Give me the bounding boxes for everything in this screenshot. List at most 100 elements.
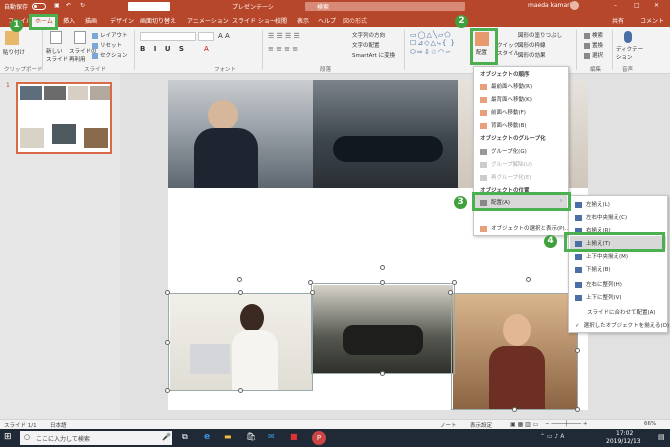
view-buttons[interactable]: ▣ ▦ ▥ ▭ — [510, 421, 538, 428]
task-view-icon[interactable]: ⧉ — [182, 432, 188, 442]
bring-forward-item[interactable]: 前面へ移動(F) — [480, 108, 526, 116]
search-box[interactable]: 検索 — [305, 2, 465, 11]
paragraph-list-buttons[interactable]: ☰ ☰ ☰ ☰ — [268, 32, 300, 40]
resize-handle[interactable] — [380, 371, 385, 376]
comment-button[interactable]: コメント — [640, 16, 664, 25]
tab-insert[interactable]: 挿入 — [63, 16, 75, 25]
align-center-item[interactable]: 左右中央揃え(C) — [575, 213, 627, 221]
mail-icon[interactable]: ✉ — [268, 432, 275, 441]
notifications-icon[interactable]: ▤ — [658, 433, 665, 441]
align-selected-objects-item[interactable]: ✓ 選択したオブジェクトを揃える(O) — [575, 321, 669, 329]
section-button[interactable]: セクション — [92, 51, 128, 59]
align-middle-item[interactable]: 上下中央揃え(M) — [575, 252, 628, 260]
app-icon[interactable]: ■ — [290, 432, 298, 441]
system-tray-icons[interactable]: ⌃ ▭ ♪ A — [540, 433, 564, 440]
user-name[interactable]: maeda kamari — [528, 2, 571, 9]
resize-handle[interactable] — [238, 290, 243, 295]
maximize-icon[interactable]: □ — [634, 2, 640, 9]
display-settings-button[interactable]: 表示設定 — [470, 421, 492, 429]
store-icon[interactable]: 🛍 — [246, 432, 256, 441]
rotate-handle[interactable] — [526, 277, 531, 282]
reset-button[interactable]: リセット — [92, 41, 122, 49]
rotate-handle[interactable] — [237, 277, 242, 282]
quick-styles-button[interactable]: クイック スタイル — [497, 41, 519, 57]
tab-view[interactable]: 表示 — [297, 16, 309, 25]
tab-review[interactable]: 校閲 — [275, 16, 287, 25]
replace-button[interactable]: 置換 — [584, 41, 603, 49]
tab-animations[interactable]: アニメーション — [187, 16, 229, 25]
photo-meeting-room[interactable] — [313, 80, 458, 188]
font-size-input[interactable] — [198, 32, 214, 41]
shape-outline-button[interactable]: 図形の枠線 — [518, 41, 546, 49]
align-to-slide-item[interactable]: スライドに合わせて配置(A) — [587, 308, 656, 316]
send-to-back-item[interactable]: 最背面へ移動(K) — [480, 95, 532, 103]
distribute-horizontal-item[interactable]: 左右に整列(H) — [575, 280, 622, 288]
distribute-vertical-item[interactable]: 上下に整列(V) — [575, 293, 622, 301]
edge-icon[interactable]: e — [204, 432, 210, 442]
select-button[interactable]: 選択 — [584, 51, 603, 59]
ungroup-item[interactable]: グループ解除(U) — [480, 160, 532, 168]
bring-to-front-item[interactable]: 最前面へ移動(R) — [480, 82, 532, 90]
resize-handle[interactable] — [452, 280, 457, 285]
photo-businessman-phone[interactable] — [168, 80, 313, 188]
font-name-quick-box[interactable] — [128, 2, 170, 11]
file-explorer-icon[interactable]: ▬ — [224, 432, 232, 441]
shape-fill-button[interactable]: 図形の塗りつぶし — [518, 31, 562, 39]
shapes-gallery[interactable]: ▭◯△╲▱⬠ ☐⊿◇△⤷{ } ⬭⇨⇩☆◠∽ — [410, 31, 456, 57]
clock-date[interactable]: 2019/12/13 — [606, 438, 641, 445]
text-align-button[interactable]: 文字の配置 — [352, 41, 380, 49]
microphone-icon[interactable] — [624, 31, 632, 43]
zoom-slider[interactable]: − ────┼──── + — [545, 421, 588, 427]
tab-design[interactable]: デザイン — [110, 16, 134, 25]
resize-handle[interactable] — [310, 290, 315, 295]
mic-icon[interactable]: 🎤 — [162, 433, 171, 441]
tab-transitions[interactable]: 画面切り替え — [140, 16, 176, 25]
paste-button[interactable]: 貼り付け — [3, 48, 25, 56]
language-indicator[interactable]: 日本語 — [50, 421, 67, 429]
align-bottom-item[interactable]: 下揃え(B) — [575, 265, 611, 273]
font-color-button[interactable]: A — [204, 45, 209, 53]
taskbar-search-box[interactable]: ○ ここに入力して検索 🎤 — [20, 431, 172, 445]
save-icon[interactable]: ▣ — [54, 2, 60, 9]
group-item[interactable]: グループ化(G) — [480, 147, 527, 155]
resize-handle[interactable] — [575, 407, 580, 412]
resize-handle[interactable] — [165, 290, 170, 295]
new-slide-icon[interactable] — [50, 31, 62, 44]
share-button[interactable]: 共有 — [612, 16, 624, 25]
tab-help[interactable]: ヘルプ — [318, 16, 336, 25]
redo-icon[interactable]: ↻ — [80, 2, 85, 9]
minimize-icon[interactable]: – — [614, 2, 617, 9]
reuse-slide-icon[interactable] — [74, 31, 86, 44]
dictate-button[interactable]: ディクテー ション — [616, 45, 643, 61]
resize-handle[interactable] — [380, 280, 385, 285]
resize-handle[interactable] — [165, 388, 170, 393]
shape-effects-button[interactable]: 図形の効果 — [518, 51, 546, 59]
zoom-level[interactable]: 66% — [644, 421, 656, 427]
paste-icon[interactable] — [5, 31, 19, 45]
font-size-controls[interactable]: A A — [218, 32, 230, 40]
font-style-buttons[interactable]: B I U S — [140, 45, 187, 53]
resize-handle[interactable] — [308, 280, 313, 285]
paragraph-align-buttons[interactable]: ≡ ≡ ≡ ≡ — [268, 45, 298, 53]
autosave-toggle[interactable] — [32, 3, 46, 10]
regroup-item[interactable]: 再グループ化(E) — [480, 173, 531, 181]
send-backward-item[interactable]: 背面へ移動(B) — [480, 121, 527, 129]
resize-handle[interactable] — [448, 290, 453, 295]
notes-button[interactable]: ノート — [440, 421, 457, 429]
resize-handle[interactable] — [165, 340, 170, 345]
resize-handle[interactable] — [575, 348, 580, 353]
smartart-button[interactable]: SmartArt に変換 — [352, 51, 395, 59]
align-left-item[interactable]: 左揃え(L) — [575, 200, 610, 208]
clock-time[interactable]: 17:02 — [616, 430, 633, 437]
rotate-handle[interactable] — [380, 265, 385, 270]
resize-handle[interactable] — [512, 407, 517, 412]
text-direction-button[interactable]: 文字列の方向 — [352, 31, 385, 39]
resize-handle[interactable] — [238, 388, 243, 393]
avatar[interactable] — [570, 1, 579, 10]
new-slide-button[interactable]: 新しい スライド — [46, 47, 68, 63]
slide-thumbnail[interactable] — [16, 82, 112, 154]
powerpoint-taskbar-icon[interactable]: P — [312, 431, 326, 445]
windows-start-icon[interactable]: ⊞ — [4, 432, 12, 442]
undo-icon[interactable]: ↶ — [66, 2, 71, 9]
font-name-input[interactable] — [140, 32, 196, 41]
